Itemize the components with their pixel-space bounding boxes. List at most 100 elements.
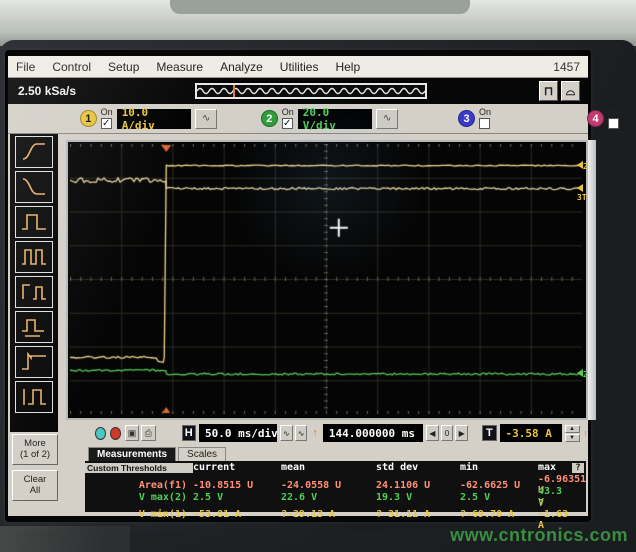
menu-control[interactable]: Control: [52, 60, 91, 74]
channel-3-badge[interactable]: 3: [458, 110, 475, 127]
more-sub-label: (1 of 2): [13, 449, 57, 460]
delay-zero-button[interactable]: 0: [441, 425, 454, 441]
channel-2-setup-button[interactable]: ∿: [376, 109, 398, 129]
fall-time-icon: [20, 175, 48, 199]
menu-measure[interactable]: Measure: [156, 60, 203, 74]
custom-thresholds-button[interactable]: Custom Thresholds: [85, 463, 193, 473]
sample-rate: 2.50 kSa/s: [18, 84, 76, 98]
acquire-icon: ▣: [128, 428, 137, 439]
channel-4-group: 4 On: [587, 108, 620, 129]
edge-trigger-button[interactable]: [15, 381, 53, 413]
level-marker-2[interactable]: 2: [577, 369, 588, 379]
channel-2-group: 2On✓20.0 V/div∿: [261, 108, 398, 129]
acquire-mode-button[interactable]: ▣: [125, 425, 139, 441]
edge-trigger-icon: [20, 385, 48, 409]
window-right-edge: [588, 140, 596, 420]
measurements-header: Custom Thresholds current mean std dev m…: [85, 461, 586, 474]
wave-icon: ∿: [298, 429, 305, 438]
more-label: More: [13, 438, 57, 449]
delay-left-button[interactable]: ◀: [426, 425, 439, 441]
delay-icon: [20, 280, 48, 304]
timebase-up-arrow-icon: ↑: [312, 427, 318, 439]
measurement-label: V max(2): [85, 492, 193, 503]
result-tabs: MeasurementsScales: [60, 446, 588, 461]
fall-time-button[interactable]: [15, 171, 53, 203]
horizontal-toolbar: ▣ ⎙ H 50.0 ms/div ∿ ∿ ↑ 144.000000 ms ◀ …: [60, 420, 588, 446]
tab-scales[interactable]: Scales: [178, 447, 226, 461]
timebase-zoom-in-button[interactable]: ∿: [295, 425, 308, 441]
measurement-value: 22.6 V: [281, 492, 376, 503]
measurement-label: V min(1): [85, 509, 193, 520]
measurements-rows: Area(f1)-10.8515 U-24.0558 U24.1106 U-62…: [85, 474, 586, 510]
measurement-label: Area(f1): [85, 480, 193, 491]
touch-icon: ⌓: [566, 84, 576, 99]
more-button[interactable]: More (1 of 2): [12, 434, 58, 465]
print-button[interactable]: ⎙: [141, 425, 155, 441]
timebase-zoom-out-button[interactable]: ∿: [280, 425, 293, 441]
waveform-display[interactable]: [66, 140, 588, 420]
measurement-row: Area(f1)-10.8515 U-24.0558 U24.1106 U-62…: [85, 474, 586, 486]
trigger-level-up-button[interactable]: ▲: [565, 425, 580, 433]
stop-button[interactable]: [110, 427, 121, 440]
channel-3-group: 3On: [458, 108, 491, 129]
touch-button[interactable]: ⌓: [561, 81, 580, 101]
channel-1-scale-field[interactable]: 10.0 A/div: [117, 109, 192, 129]
measurement-value: -24.0558 U: [281, 480, 376, 491]
waveform-canvas[interactable]: [70, 144, 582, 414]
measurement-value: 2.5 V: [460, 492, 538, 503]
right-arrow-icon: ▶: [459, 429, 465, 438]
measurements-panel: Custom Thresholds current mean std dev m…: [85, 461, 586, 512]
menu-analyze[interactable]: Analyze: [220, 60, 263, 74]
channel-1-setup-button[interactable]: ∿: [195, 109, 217, 129]
channel-2-badge[interactable]: 2: [261, 110, 278, 127]
pulse-width-icon: [20, 210, 48, 234]
channel-2-scale-field[interactable]: 20.0 V/div: [298, 109, 373, 129]
timebase-field[interactable]: 50.0 ms/div: [199, 424, 277, 442]
channel-1-badge[interactable]: 1: [80, 110, 97, 127]
run-button[interactable]: [95, 427, 106, 440]
rise-time-button[interactable]: [15, 136, 53, 168]
help-button[interactable]: ?: [572, 463, 584, 473]
up-arrow-icon: ▲: [569, 426, 575, 432]
channel-4-on-checkbox[interactable]: [608, 118, 619, 129]
level-marker-2[interactable]: 2: [577, 161, 588, 171]
duty-cycle-button[interactable]: [15, 311, 53, 343]
trigger-level-field[interactable]: -3.58 A: [500, 424, 562, 442]
oscilloscope-photo: File Control Setup Measure Analyze Utilities H…: [0, 0, 636, 552]
trigger-level-down-button[interactable]: ▼: [565, 434, 580, 442]
printer-icon: ⎙: [145, 428, 152, 439]
tab-measurements[interactable]: Measurements: [88, 447, 176, 461]
clear-all-button[interactable]: Clear All: [12, 470, 58, 501]
scope-screen: File Control Setup Measure Analyze Utilities H…: [8, 56, 588, 516]
overview-trigger-tick: [233, 85, 235, 97]
delay-field[interactable]: 144.000000 ms: [323, 424, 423, 442]
sine-wave-preview: [197, 85, 425, 97]
acquisition-overview-strip[interactable]: [195, 83, 427, 99]
marker-digit: 2: [583, 370, 588, 379]
pulse-width-button[interactable]: [15, 206, 53, 238]
trigger-pulse-button[interactable]: ⊓: [539, 81, 558, 101]
down-arrow-icon: ▼: [569, 435, 575, 441]
rise-time-icon: [20, 140, 48, 164]
measurement-value: ?-69.70 A: [460, 509, 538, 520]
delay-button[interactable]: [15, 276, 53, 308]
wave-icon: ∿: [283, 429, 290, 438]
channel-2-on-checkbox[interactable]: ✓: [282, 118, 293, 129]
menu-setup[interactable]: Setup: [108, 60, 139, 74]
channel-4-badge[interactable]: 4: [587, 110, 604, 127]
channel-1-on-label: On: [101, 108, 113, 117]
menu-file[interactable]: File: [16, 60, 35, 74]
overshoot-button[interactable]: [15, 346, 53, 378]
table-surface: [0, 526, 130, 552]
menu-help[interactable]: Help: [335, 60, 360, 74]
channel-3-on-checkbox[interactable]: [479, 118, 490, 129]
casing-notch: [170, 0, 470, 14]
period-button[interactable]: [15, 241, 53, 273]
menu-utilities[interactable]: Utilities: [280, 60, 319, 74]
channel-4-on-label: On: [608, 108, 620, 117]
channel-1-group: 1 On✓ 10.0 A/div∿: [80, 108, 217, 129]
level-marker-3[interactable]: 3T: [577, 184, 588, 202]
delay-right-button[interactable]: ▶: [455, 425, 468, 441]
status-row: 2.50 kSa/s ⊓ ⌓: [8, 78, 588, 104]
channel-1-on-checkbox[interactable]: ✓: [101, 118, 112, 129]
